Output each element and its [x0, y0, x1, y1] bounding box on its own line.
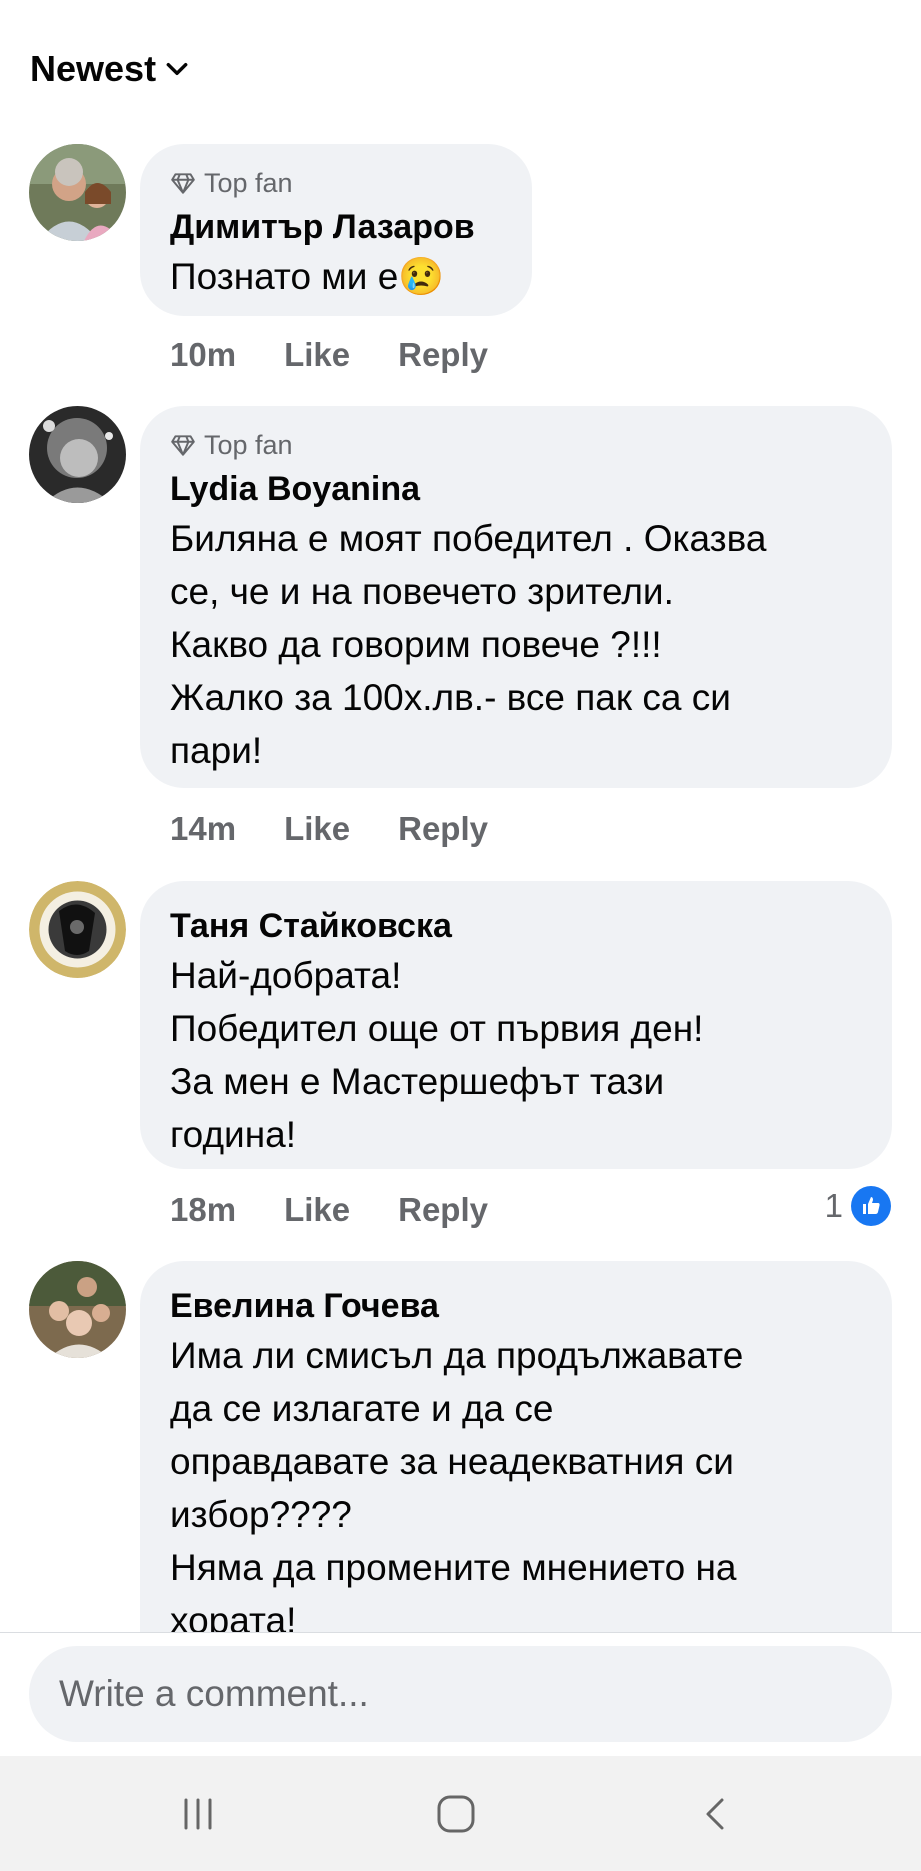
comment-text: Биляна е моят победител . Оказва се, че …	[170, 518, 767, 771]
like-button[interactable]: Like	[284, 810, 350, 848]
home-button[interactable]	[426, 1786, 486, 1842]
comment-time: 14m	[170, 810, 237, 847]
comment-bubble: Top fan Lydia Boyanina Биляна е моят поб…	[140, 406, 892, 788]
comment-actions: 18m Like Reply	[170, 1191, 488, 1229]
top-fan-badge: Top fan	[170, 428, 862, 462]
back-arrow-icon	[706, 1798, 724, 1830]
reaction-count: 1	[824, 1187, 843, 1224]
comment-text: Най-добрата! Победител още от първия ден…	[170, 955, 704, 1155]
back-button[interactable]	[686, 1786, 746, 1842]
reaction-summary[interactable]: 1	[825, 1186, 891, 1226]
commenter-name[interactable]: Димитър Лазаров	[170, 204, 502, 250]
reply-button[interactable]: Reply	[398, 1191, 488, 1229]
top-fan-label: Top fan	[204, 167, 293, 198]
commenter-name[interactable]: Евелина Гочева	[170, 1283, 862, 1329]
divider	[0, 1632, 921, 1633]
comment-time: 18m	[170, 1191, 237, 1228]
comment-bubble: Top fan Димитър Лазаров Познато ми е😢	[140, 144, 532, 316]
comment-input[interactable]: Write a comment...	[29, 1646, 892, 1742]
comment-list: Top fan Димитър Лазаров Познато ми е😢 10…	[0, 0, 921, 1632]
reply-button[interactable]: Reply	[398, 336, 488, 374]
reply-button[interactable]: Reply	[398, 810, 488, 848]
comment-input-placeholder: Write a comment...	[59, 1673, 369, 1714]
like-button[interactable]: Like	[284, 336, 350, 374]
comment-text: Има ли смисъл да продължавате да се изла…	[170, 1335, 744, 1632]
thumbs-up-icon	[851, 1186, 891, 1226]
commenter-name[interactable]: Lydia Boyanina	[170, 466, 862, 512]
avatar[interactable]	[29, 406, 126, 503]
commenter-name[interactable]: Таня Стайковска	[170, 903, 862, 949]
comment-bubble: Евелина Гочева Има ли смисъл да продължа…	[140, 1261, 892, 1632]
comment-actions: 14m Like Reply	[170, 810, 488, 848]
avatar[interactable]	[29, 144, 126, 241]
comment-actions: 10m Like Reply	[170, 336, 488, 374]
diamond-icon	[171, 435, 195, 456]
top-fan-badge: Top fan	[170, 166, 502, 200]
home-icon	[437, 1795, 475, 1833]
like-button[interactable]: Like	[284, 1191, 350, 1229]
system-navigation-bar	[0, 1756, 921, 1871]
recent-apps-icon	[184, 1798, 212, 1830]
sad-face-emoji: 😢	[398, 256, 445, 297]
avatar[interactable]	[29, 1261, 126, 1358]
avatar[interactable]	[29, 881, 126, 978]
recent-apps-button[interactable]	[168, 1786, 228, 1842]
comment-time: 10m	[170, 336, 237, 373]
top-fan-label: Top fan	[204, 429, 293, 460]
comment-text: Познато ми е😢	[170, 256, 445, 297]
diamond-icon	[171, 173, 195, 194]
comment-bubble: Таня Стайковска Най-добрата! Победител о…	[140, 881, 892, 1169]
